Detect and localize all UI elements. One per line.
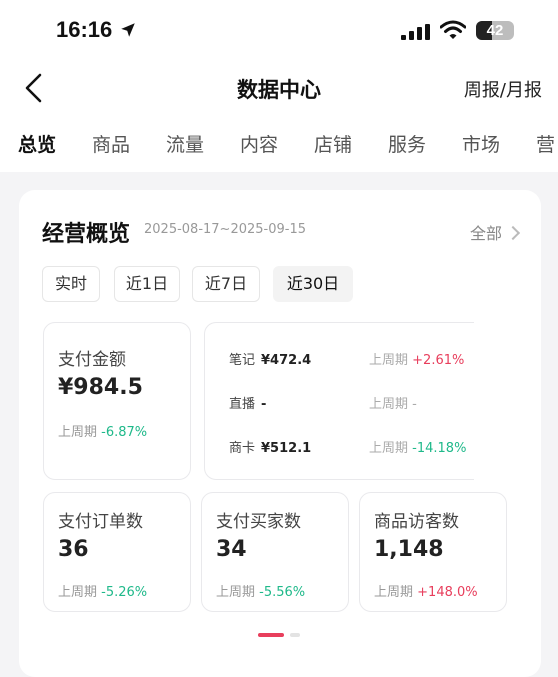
filter-1day[interactable]: 近1日 bbox=[114, 266, 180, 302]
breakdown-note-value: ¥472.4 bbox=[261, 353, 312, 368]
tab-traffic[interactable]: 流量 bbox=[166, 130, 204, 157]
overview-title: 经营概览 bbox=[42, 222, 131, 247]
pay-amount-value: ¥984.5 bbox=[58, 375, 143, 400]
compare-value: -14.18% bbox=[412, 441, 467, 456]
tab-market[interactable]: 市场 bbox=[462, 130, 500, 157]
metric-compare: 上周期 -5.26% bbox=[58, 581, 147, 600]
breakdown-note-label: 笔记 bbox=[229, 353, 256, 368]
status-bar: 16:16 42 bbox=[0, 0, 558, 60]
status-time: 16:16 bbox=[56, 17, 113, 42]
breakdown-live: 直播 - bbox=[229, 393, 266, 412]
breakdown-note-compare: 上周期 +2.61% bbox=[369, 349, 464, 368]
metric-value: 36 bbox=[58, 537, 89, 562]
chevron-right-icon bbox=[505, 225, 521, 241]
tab-more[interactable]: 营 bbox=[536, 130, 555, 157]
breakdown-note: 笔记 ¥472.4 bbox=[229, 349, 311, 368]
breakdown-card: 商卡 ¥512.1 bbox=[229, 437, 311, 456]
all-link-label: 全部 bbox=[469, 224, 502, 243]
overview-card: 经营概览 2025-08-17~2025-09-15 全部 实时 近1日 近7日… bbox=[19, 190, 541, 677]
battery-icon: 42 bbox=[476, 21, 514, 40]
compare-label: 上周期 bbox=[369, 397, 409, 412]
tab-overview[interactable]: 总览 bbox=[18, 130, 56, 157]
metric-orders-card[interactable]: 支付订单数 36 上周期 -5.26% bbox=[43, 492, 191, 612]
report-link[interactable]: 周报/月报 bbox=[464, 76, 542, 102]
compare-label: 上周期 bbox=[58, 425, 98, 440]
compare-label: 上周期 bbox=[369, 353, 409, 368]
compare-value: +2.61% bbox=[412, 353, 465, 368]
breakdown-live-compare: 上周期 - bbox=[369, 393, 417, 412]
breakdown-card-compare: 上周期 -14.18% bbox=[369, 437, 466, 456]
battery-percent: 42 bbox=[486, 22, 504, 39]
breakdown-card-label: 商卡 bbox=[229, 441, 256, 456]
breakdown-live-value: - bbox=[261, 397, 267, 412]
all-link[interactable]: 全部 bbox=[469, 220, 521, 244]
filter-30day[interactable]: 近30日 bbox=[273, 266, 353, 302]
page-indicator bbox=[258, 633, 302, 637]
compare-value: - bbox=[412, 397, 417, 412]
pay-amount-card[interactable]: 支付金额 ¥984.5 上周期 -6.87% bbox=[43, 322, 191, 480]
tab-content[interactable]: 内容 bbox=[240, 130, 278, 157]
compare-value: -5.56% bbox=[259, 585, 306, 600]
filter-7day[interactable]: 近7日 bbox=[192, 266, 260, 302]
pay-breakdown-card[interactable]: 笔记 ¥472.4 上周期 +2.61% 直播 - 上周期 - 商卡 ¥512.1 上… bbox=[204, 322, 474, 480]
nav-header: 数据中心 周报/月报 bbox=[0, 62, 558, 114]
metric-buyers-card[interactable]: 支付买家数 34 上周期 -5.56% bbox=[201, 492, 349, 612]
metric-compare: 上周期 -5.56% bbox=[216, 581, 305, 600]
metric-label: 商品访客数 bbox=[374, 512, 459, 532]
metric-value: 1,148 bbox=[374, 537, 444, 562]
filter-realtime[interactable]: 实时 bbox=[42, 266, 100, 302]
metric-visitors-card[interactable]: 商品访客数 1,148 上周期 +148.0% bbox=[359, 492, 507, 612]
page-dot bbox=[290, 633, 300, 637]
breakdown-live-label: 直播 bbox=[229, 397, 256, 412]
compare-value: -6.87% bbox=[101, 425, 148, 440]
category-tabs: 总览 商品 流量 内容 店铺 服务 市场 营 bbox=[0, 130, 558, 162]
tab-products[interactable]: 商品 bbox=[92, 130, 130, 157]
compare-label: 上周期 bbox=[374, 585, 414, 600]
compare-label: 上周期 bbox=[58, 585, 98, 600]
signal-icon bbox=[401, 24, 430, 40]
tab-service[interactable]: 服务 bbox=[388, 130, 426, 157]
wifi-icon bbox=[440, 20, 466, 39]
location-arrow-icon bbox=[121, 23, 135, 37]
pay-amount-compare: 上周期 -6.87% bbox=[58, 421, 147, 440]
compare-label: 上周期 bbox=[216, 585, 256, 600]
breakdown-card-value: ¥512.1 bbox=[261, 441, 312, 456]
compare-value: +148.0% bbox=[417, 585, 478, 600]
compare-value: -5.26% bbox=[101, 585, 148, 600]
metric-label: 支付订单数 bbox=[58, 512, 143, 532]
compare-label: 上周期 bbox=[369, 441, 409, 456]
metric-label: 支付买家数 bbox=[216, 512, 301, 532]
tab-store[interactable]: 店铺 bbox=[314, 130, 352, 157]
page-dot-active bbox=[258, 633, 284, 637]
pay-amount-label: 支付金额 bbox=[58, 350, 126, 370]
metric-compare: 上周期 +148.0% bbox=[374, 581, 478, 600]
date-range: 2025-08-17~2025-09-15 bbox=[144, 222, 306, 237]
metric-value: 34 bbox=[216, 537, 247, 562]
